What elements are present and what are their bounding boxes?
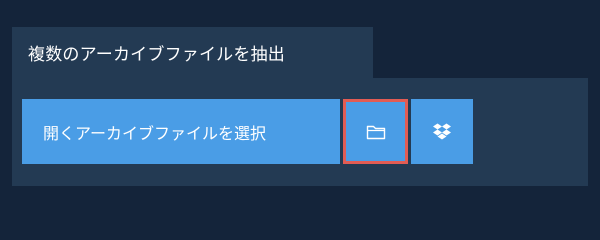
open-archive-label: 開くアーカイブファイルを選択 xyxy=(43,123,267,143)
dropbox-icon xyxy=(432,123,452,141)
section-tab: 複数のアーカイブファイルを抽出 xyxy=(12,27,373,78)
folder-icon xyxy=(366,124,386,140)
open-archive-button[interactable]: 開くアーカイブファイルを選択 xyxy=(22,99,340,164)
section-title: 複数のアーカイブファイルを抽出 xyxy=(28,45,285,65)
folder-button[interactable] xyxy=(343,99,408,164)
dropbox-button[interactable] xyxy=(411,99,473,164)
